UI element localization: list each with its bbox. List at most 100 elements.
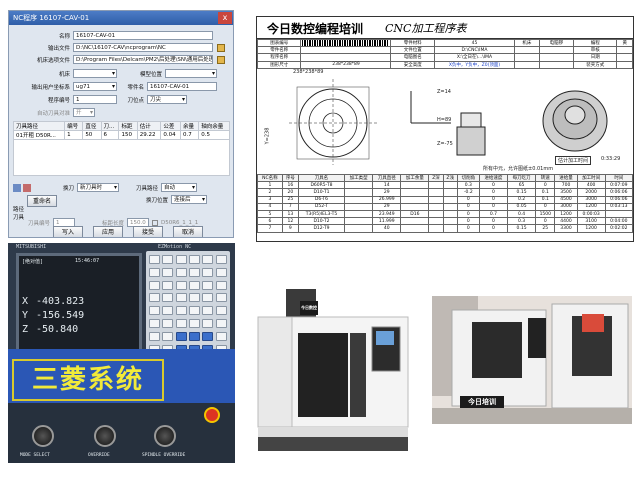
keypad-key[interactable] — [175, 255, 187, 264]
keypad-key[interactable] — [149, 293, 160, 303]
keypad-key[interactable] — [202, 280, 214, 290]
keypad-key[interactable] — [175, 293, 187, 303]
auto-tool-select[interactable]: 开 — [73, 108, 95, 117]
keypad-key[interactable] — [188, 306, 200, 316]
keypad-key[interactable] — [162, 293, 174, 303]
model-select[interactable] — [165, 69, 217, 78]
keypad-key[interactable] — [149, 306, 160, 316]
keypad-key[interactable] — [215, 267, 227, 277]
dialog-title: NC程序 16107-CAV-01 — [13, 14, 90, 22]
table-cell: 4400 — [554, 217, 578, 226]
write-button[interactable]: 写入 — [53, 226, 83, 237]
table-cell: 0:06:06 — [604, 188, 633, 197]
keypad-key[interactable] — [149, 280, 160, 290]
keypad-key[interactable] — [175, 306, 187, 316]
info-cell — [513, 46, 540, 55]
column-header: 时间 — [604, 173, 633, 183]
keypad-key[interactable] — [202, 293, 214, 303]
column-header: Z浅 — [442, 173, 458, 183]
keypad-key[interactable] — [188, 280, 200, 290]
keypad-key[interactable] — [149, 331, 160, 341]
override-knob[interactable] — [94, 425, 116, 447]
mode-select-knob[interactable] — [32, 425, 54, 447]
table-cell: 26.999 — [372, 195, 402, 204]
tool-output-select[interactable]: 自动 — [161, 183, 197, 192]
machine-select[interactable] — [73, 69, 117, 78]
machine-file-label: 机床选项文件 — [36, 57, 70, 64]
cancel-button[interactable]: 取消 — [173, 226, 203, 237]
name-label: 名称 — [58, 33, 70, 40]
user-coord-select[interactable]: ug71 — [73, 82, 117, 91]
checkbox[interactable] — [152, 219, 158, 226]
table-cell: -0.2 — [456, 188, 480, 197]
axis-readout: X -403.823 Y -156.549 Z -50.840 — [22, 296, 132, 338]
keypad-key[interactable] — [149, 255, 160, 264]
spindle-override-knob[interactable] — [154, 425, 176, 447]
keypad-key[interactable] — [162, 267, 174, 277]
keypad-key[interactable] — [215, 293, 227, 303]
folder-icon[interactable] — [217, 43, 225, 52]
table-cell: 0 — [478, 202, 509, 211]
table-cell — [344, 224, 374, 233]
prog-no-field[interactable]: 1 — [73, 95, 117, 104]
keypad-key[interactable] — [188, 267, 200, 277]
table-cell: 0.3 — [506, 217, 537, 226]
table-cell: 20 — [281, 188, 299, 197]
table-cell: 0.15 — [506, 224, 537, 233]
table-cell: 7 — [257, 224, 283, 233]
table-cell: 0 — [456, 209, 480, 219]
keypad-key[interactable] — [162, 280, 174, 290]
table-cell — [400, 224, 430, 233]
toolpath-icon[interactable] — [13, 183, 21, 192]
tool-pos-select[interactable]: 刀尖 — [147, 95, 187, 104]
table-cell — [604, 209, 633, 219]
table-cell — [344, 181, 374, 190]
keypad-key[interactable] — [162, 319, 174, 328]
output-file-field[interactable]: D:\NC\16107-CAV\ncprogram\NC — [73, 43, 213, 52]
keypad-key[interactable] — [202, 255, 214, 264]
tool-change-select[interactable]: 新刀具时 — [77, 183, 119, 192]
connection-select[interactable]: 连接后 — [171, 195, 207, 204]
keypad-key[interactable] — [149, 319, 160, 328]
apply-button[interactable]: 应用 — [93, 226, 123, 237]
keypad-key[interactable] — [202, 319, 214, 328]
table-cell: 0.15 — [506, 188, 537, 197]
keypad-key[interactable] — [188, 319, 200, 328]
keypad-key[interactable] — [162, 306, 174, 316]
keypad-key[interactable] — [175, 267, 187, 277]
keypad-key[interactable] — [202, 306, 214, 316]
table-cell: 0:02:02 — [604, 224, 633, 233]
table-cell: D60R5-T8 — [297, 181, 346, 190]
close-button[interactable]: x — [218, 12, 232, 24]
accept-button[interactable]: 接受 — [133, 226, 163, 237]
table-cell: 0 — [456, 217, 480, 226]
keypad-key[interactable] — [175, 331, 187, 341]
folder-icon[interactable] — [217, 55, 225, 64]
keypad-key[interactable] — [215, 306, 227, 316]
keypad-key[interactable] — [188, 293, 200, 303]
column-header: 加工时间 — [576, 173, 606, 183]
keypad-key[interactable] — [175, 280, 187, 290]
keypad-key[interactable] — [215, 319, 227, 328]
keypad-key[interactable] — [215, 255, 227, 264]
table-cell: 0 — [456, 195, 480, 204]
table-cell: 0 — [478, 188, 509, 197]
part-field[interactable]: 16107-CAV-01 — [147, 82, 217, 91]
keypad-key[interactable] — [215, 280, 227, 290]
machine-file-field[interactable]: D:\Program Files\Delcam\PM2\后处理\SN\通用后处理… — [73, 55, 213, 64]
name-field[interactable]: 16107-CAV-01 — [73, 31, 213, 40]
keypad-key[interactable] — [162, 331, 174, 341]
keypad-key[interactable] — [202, 267, 214, 277]
emergency-stop-button[interactable] — [204, 407, 220, 423]
keypad-key[interactable] — [175, 319, 187, 328]
table-row[interactable]: 01开粗 D50R... 1 50 6 150 29.22 0.04 0.7 0… — [12, 130, 230, 140]
tool-icon[interactable] — [23, 183, 31, 192]
keypad-key[interactable] — [215, 331, 227, 341]
keypad-key[interactable] — [162, 255, 174, 264]
keypad-key[interactable] — [188, 255, 200, 264]
keypad-key[interactable] — [149, 267, 160, 277]
keypad-key[interactable] — [188, 331, 200, 341]
time-value: 0:33:29 — [601, 156, 621, 162]
keypad-key[interactable] — [202, 331, 214, 341]
table-cell — [442, 217, 458, 226]
